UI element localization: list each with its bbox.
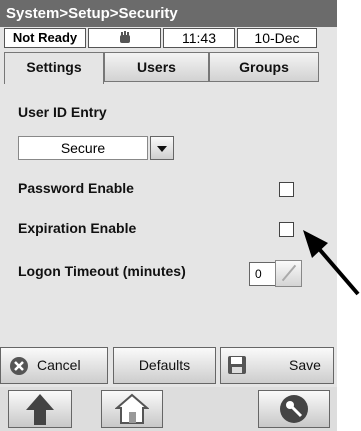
key-icon (280, 395, 308, 423)
up-button[interactable] (8, 390, 72, 428)
up-arrow-icon (26, 394, 54, 425)
user-id-entry-label: User ID Entry (18, 104, 107, 120)
user-id-entry-select[interactable]: Secure (18, 136, 148, 160)
navigation-bar (0, 387, 337, 431)
cancel-label: Cancel (37, 357, 81, 373)
logon-timeout-label: Logon Timeout (minutes) (18, 263, 186, 279)
device-screen: System>Setup>Security Not Ready 11:43 10… (0, 0, 337, 431)
action-bar: Cancel Defaults Save (0, 347, 337, 384)
save-label: Save (289, 357, 321, 373)
cancel-button[interactable]: Cancel (0, 347, 108, 384)
window-title: System>Setup>Security (0, 0, 337, 27)
status-date: 10-Dec (237, 28, 317, 48)
password-enable-label: Password Enable (18, 180, 134, 196)
key-button[interactable] (258, 390, 330, 428)
home-icon (115, 393, 149, 424)
save-button[interactable]: Save (220, 347, 334, 384)
status-icon-cell (88, 28, 161, 48)
tab-settings[interactable]: Settings (4, 52, 104, 84)
status-time: 11:43 (163, 28, 235, 48)
tab-users[interactable]: Users (104, 52, 209, 82)
expiration-enable-label: Expiration Enable (18, 220, 137, 236)
save-icon (228, 356, 246, 374)
status-state: Not Ready (4, 28, 86, 48)
tab-groups[interactable]: Groups (209, 52, 319, 82)
expiration-enable-checkbox[interactable] (279, 222, 294, 237)
edit-pencil-icon[interactable] (275, 260, 302, 287)
cancel-icon (10, 357, 28, 375)
defaults-button[interactable]: Defaults (113, 347, 216, 384)
tab-bar: Settings Users Groups (0, 52, 337, 84)
hand-icon (119, 31, 130, 43)
home-button[interactable] (101, 390, 163, 428)
password-enable-checkbox[interactable] (279, 182, 294, 197)
chevron-down-icon[interactable] (150, 136, 174, 160)
